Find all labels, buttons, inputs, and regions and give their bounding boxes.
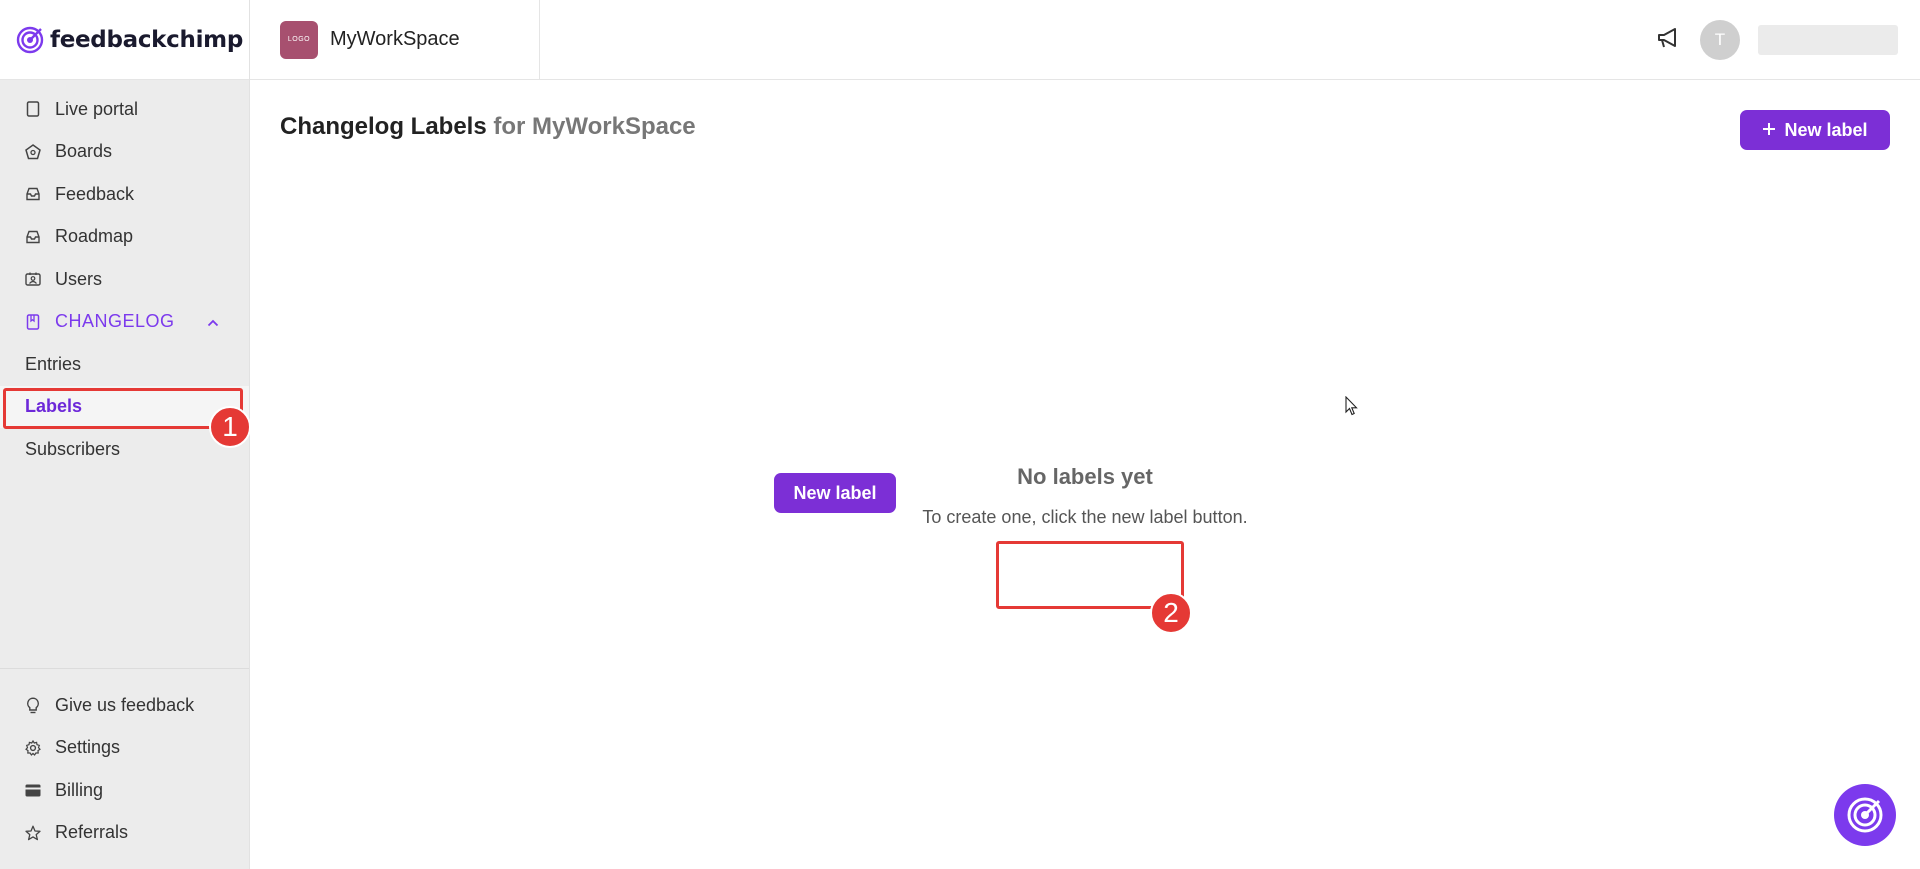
sidebar-item-label: Subscribers — [25, 438, 121, 459]
star-icon — [25, 825, 41, 841]
page-title: Changelog Labels for MyWorkSpace — [280, 113, 696, 141]
sidebar-item-billing[interactable]: Billing — [0, 769, 249, 812]
sidebar-section-label: CHANGELOG — [55, 311, 175, 332]
sidebar-item-label: Entries — [25, 353, 82, 374]
sidebar-item-boards[interactable]: Boards — [0, 131, 249, 174]
bulb-icon — [25, 697, 41, 713]
sidebar-item-label: Boards — [55, 141, 113, 162]
feedbackchimp-widget-icon — [1847, 797, 1883, 833]
main-content: Changelog Labels for MyWorkSpace New lab… — [250, 80, 1920, 869]
feedbackchimp-logo-icon — [16, 26, 44, 53]
mouse-cursor-icon — [1345, 395, 1359, 421]
sidebar-item-referrals[interactable]: Referrals — [0, 812, 249, 855]
sidebar-item-live-portal[interactable]: Live portal — [0, 88, 249, 131]
gear-icon — [25, 739, 41, 756]
page-icon — [25, 101, 41, 117]
brand-logo[interactable]: feedbackchimp — [0, 0, 249, 80]
card-icon — [25, 782, 41, 798]
sidebar-item-entries[interactable]: Entries — [0, 343, 249, 386]
sidebar-item-feedback[interactable]: Feedback — [0, 173, 249, 216]
sidebar-item-roadmap[interactable]: Roadmap — [0, 216, 249, 259]
sidebar-item-settings[interactable]: Settings — [0, 727, 249, 770]
sidebar-item-label: Roadmap — [55, 226, 134, 247]
new-label-button-text: New label — [1784, 119, 1868, 140]
workspace-name: MyWorkSpace — [330, 28, 460, 50]
annotation-badge-2: 2 — [1150, 592, 1192, 634]
inbox-icon — [25, 229, 41, 245]
sidebar-bottom-nav: Give us feedback Settings Billing Referr… — [0, 668, 249, 854]
sidebar-item-label: Referrals — [55, 822, 129, 843]
users-icon — [25, 271, 41, 287]
sidebar-item-give-feedback[interactable]: Give us feedback — [0, 684, 249, 727]
username-redacted[interactable] — [1758, 25, 1898, 55]
empty-state-title: No labels yet — [1017, 464, 1153, 489]
sidebar-item-label: Live portal — [55, 98, 139, 119]
chat-widget-button[interactable] — [1834, 784, 1896, 846]
sidebar-item-users[interactable]: Users — [0, 258, 249, 301]
empty-state-new-label-button[interactable]: New label — [774, 473, 896, 513]
sidebar-item-label: Feedback — [55, 183, 135, 204]
sidebar-section-changelog[interactable]: CHANGELOG — [0, 301, 249, 344]
sidebar-item-label: Settings — [55, 737, 121, 758]
megaphone-icon[interactable] — [1656, 26, 1682, 55]
annotation-badge-1: 1 — [209, 406, 251, 448]
top-right-controls: T — [1656, 0, 1898, 80]
boards-icon — [25, 143, 41, 160]
sidebar-item-label: Billing — [55, 779, 104, 800]
sidebar-item-label: Give us feedback — [55, 694, 195, 715]
empty-state-subtitle: To create one, click the new label butto… — [922, 507, 1248, 527]
page-title-suffix: for MyWorkSpace — [493, 113, 696, 140]
plus-icon — [1762, 120, 1776, 141]
brand-name: feedbackchimp — [50, 26, 244, 53]
book-icon — [25, 314, 41, 330]
top-bar: LOGO MyWorkSpace T — [250, 0, 1920, 80]
workspace-switcher[interactable]: LOGO MyWorkSpace — [250, 0, 540, 80]
empty-state: No labels yet To create one, click the n… — [250, 464, 1920, 528]
workspace-logo: LOGO — [280, 20, 318, 59]
annotation-box-1 — [3, 388, 243, 429]
inbox-icon — [25, 186, 41, 202]
chevron-up-icon[interactable] — [207, 311, 219, 332]
avatar[interactable]: T — [1700, 20, 1740, 60]
page-title-text: Changelog Labels — [280, 113, 487, 140]
new-label-button[interactable]: New label — [1740, 110, 1890, 150]
sidebar-item-label: Users — [55, 268, 103, 289]
